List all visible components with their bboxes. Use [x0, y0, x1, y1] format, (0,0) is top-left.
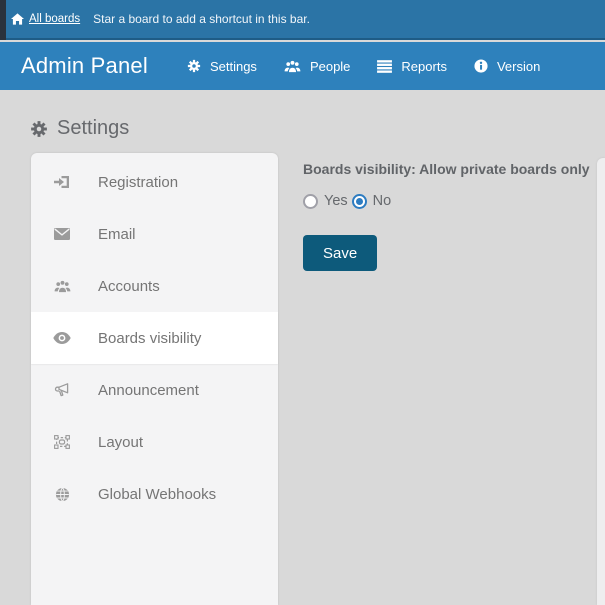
bullhorn-icon — [53, 383, 71, 397]
radio-yes-label: Yes — [324, 193, 348, 209]
globe-icon — [53, 487, 71, 502]
sidebar-item-registration[interactable]: Registration — [31, 156, 278, 208]
shortcut-hint-text: Star a board to add a shortcut in this b… — [93, 12, 310, 26]
admin-nav: Settings People — [187, 59, 540, 74]
info-icon — [474, 59, 488, 73]
nav-version[interactable]: Version — [474, 59, 540, 74]
radio-yes-circle[interactable] — [303, 194, 318, 209]
nav-settings-label: Settings — [210, 59, 257, 74]
sidebar-item-boards-visibility[interactable]: Boards visibility — [31, 312, 278, 364]
left-edge-sliver — [0, 0, 6, 40]
app-title: Admin Panel — [21, 53, 148, 79]
all-boards-link[interactable]: All boards — [11, 13, 80, 25]
nav-reports-label: Reports — [401, 59, 447, 74]
users-icon — [53, 280, 71, 293]
all-boards-label: All boards — [29, 13, 80, 25]
layout-icon — [53, 435, 71, 449]
settings-sidebar: Registration Email — [31, 153, 278, 605]
sidebar-item-label: Boards visibility — [98, 330, 201, 347]
sidebar-item-layout[interactable]: Layout — [31, 416, 278, 468]
nav-people-label: People — [310, 59, 350, 74]
sidebar-item-announcement[interactable]: Announcement — [31, 364, 278, 416]
sidebar-item-label: Layout — [98, 434, 143, 451]
sidebar-item-email[interactable]: Email — [31, 208, 278, 260]
boards-visibility-label: Boards visibility: Allow private boards … — [303, 160, 593, 178]
page-title-label: Settings — [57, 117, 129, 140]
sidebar-item-global-webhooks[interactable]: Global Webhooks — [31, 468, 278, 520]
sidebar-item-label: Email — [98, 226, 136, 243]
page-title: Settings — [30, 117, 129, 140]
radio-no-label: No — [373, 193, 392, 209]
people-icon — [284, 60, 301, 73]
home-icon — [11, 13, 24, 25]
next-panel-edge — [597, 158, 605, 605]
nav-version-label: Version — [497, 59, 540, 74]
nav-people[interactable]: People — [284, 59, 350, 74]
sidebar-item-label: Announcement — [98, 382, 199, 399]
sign-in-icon — [53, 174, 71, 190]
radio-option-no[interactable]: No — [352, 193, 392, 209]
gear-icon — [187, 59, 201, 73]
sidebar-item-label: Global Webhooks — [98, 486, 216, 503]
sidebar-item-label: Registration — [98, 174, 178, 191]
app-header: Admin Panel Settings — [0, 42, 605, 90]
nav-reports[interactable]: Reports — [377, 59, 447, 74]
boards-visibility-radio-group: Yes No — [303, 193, 593, 209]
settings-page: Settings Registration — [0, 90, 605, 605]
board-shortcut-bar: All boards Star a board to add a shortcu… — [0, 0, 605, 40]
nav-settings[interactable]: Settings — [187, 59, 257, 74]
boards-visibility-form: Boards visibility: Allow private boards … — [303, 160, 593, 271]
gear-icon — [30, 120, 48, 138]
eye-icon — [53, 332, 71, 344]
envelope-icon — [53, 228, 71, 240]
sidebar-item-label: Accounts — [98, 278, 160, 295]
admin-panel-screen: All boards Star a board to add a shortcu… — [0, 0, 605, 605]
reports-icon — [377, 60, 392, 73]
radio-no-circle[interactable] — [352, 194, 367, 209]
radio-option-yes[interactable]: Yes — [303, 193, 348, 209]
sidebar-item-accounts[interactable]: Accounts — [31, 260, 278, 312]
save-button[interactable]: Save — [303, 235, 377, 271]
